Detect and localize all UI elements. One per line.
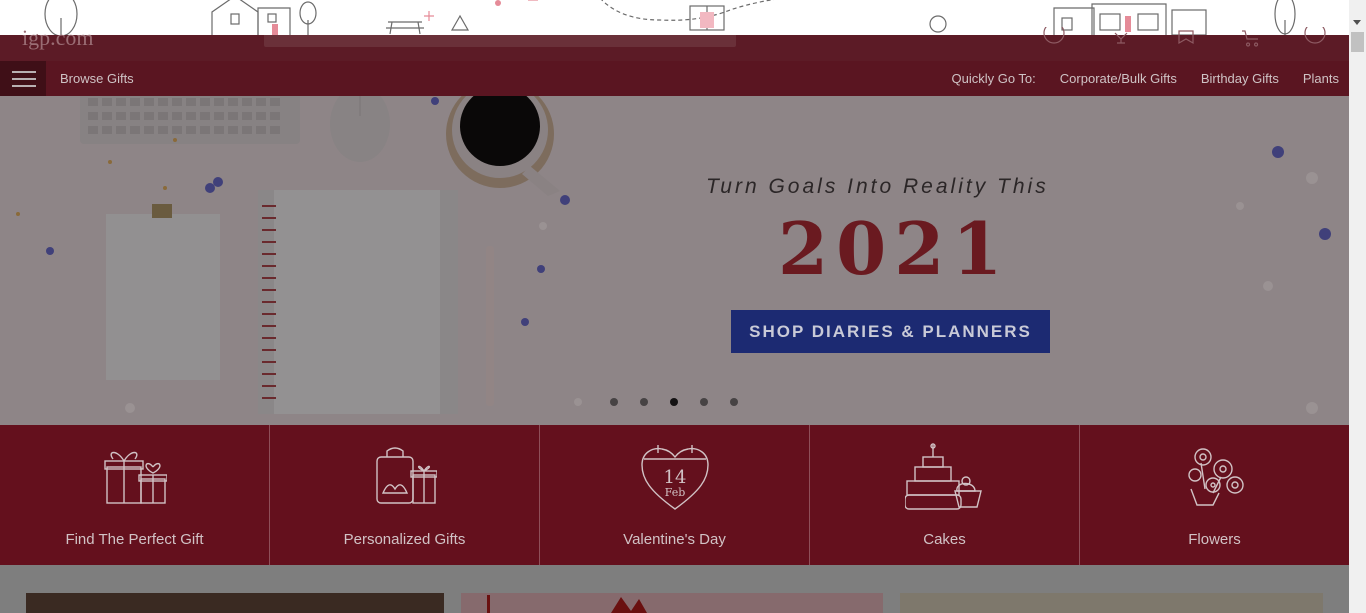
promo-card-1[interactable] [26,593,444,613]
hero-illustration [0,96,1349,425]
carousel-dot-2[interactable] [640,398,648,406]
search-input[interactable] [264,35,736,47]
category-find-perfect-gift[interactable]: Find The Perfect Gift [0,425,270,565]
category-cakes[interactable]: Cakes [810,425,1080,565]
category-label: Flowers [1188,531,1241,548]
hero-year: 2021 [778,206,1011,291]
location-icon[interactable] [1043,27,1065,49]
header-illustration [0,0,1349,35]
page: igp.com Browse Gifts Quickly Go To: Corp… [0,0,1366,613]
browse-gifts-link[interactable]: Browse Gifts [60,71,134,86]
category-label: Cakes [923,531,966,548]
promo-card-2-image [487,595,647,613]
category-strip: Find The Perfect Gift Personalized Gifts [0,425,1349,565]
menu-icon[interactable] [0,61,46,96]
page-scrollbar[interactable] [1349,0,1366,613]
scroll-down-arrow-icon[interactable] [1353,20,1361,25]
category-nav: Browse Gifts Quickly Go To: Corporate/Bu… [0,61,1349,96]
category-label: Find The Perfect Gift [65,531,204,548]
category-flowers[interactable]: Flowers [1080,425,1349,565]
site-header: igp.com [0,25,1349,61]
gift-finder-icon[interactable] [1110,27,1132,49]
calendar-month: Feb [664,486,685,499]
calendar-heart-icon: 14 Feb [640,445,709,510]
wishlist-icon[interactable] [1175,27,1197,49]
personalized-bag-icon [375,447,437,504]
flower-bouquet-icon [1187,448,1244,506]
carousel-dot-5[interactable] [730,398,738,406]
account-icon[interactable] [1304,27,1326,49]
shop-diaries-button[interactable]: SHOP DIARIES & PLANNERS [731,310,1050,353]
quick-link-plants[interactable]: Plants [1303,71,1339,86]
carousel-dot-1[interactable] [610,398,618,406]
calendar-day: 14 [663,467,686,488]
below-fold-section [0,565,1349,613]
quick-link-corporate[interactable]: Corporate/Bulk Gifts [1060,71,1177,86]
category-label: Personalized Gifts [343,531,466,548]
carousel-dots [610,398,738,406]
promo-card-2[interactable] [461,593,883,613]
category-valentines-day[interactable]: 14 Feb Valentine's Day [540,425,810,565]
site-logo[interactable]: igp.com [22,25,94,51]
promo-card-3[interactable] [900,593,1323,613]
category-label: Valentine's Day [623,531,726,548]
carousel-dot-3[interactable] [670,398,678,406]
hero-banner[interactable]: Turn Goals Into Reality This 2021 SHOP D… [0,96,1349,425]
gift-boxes-icon [103,451,167,504]
quick-go-label: Quickly Go To: [951,71,1036,86]
category-personalized-gifts[interactable]: Personalized Gifts [270,425,540,565]
carousel-dot-4[interactable] [700,398,708,406]
quick-link-birthday[interactable]: Birthday Gifts [1201,71,1279,86]
cart-icon[interactable] [1240,27,1262,49]
cake-icon [904,443,982,510]
scroll-thumb[interactable] [1351,32,1364,52]
quick-links: Quickly Go To: Corporate/Bulk Gifts Birt… [951,71,1339,86]
hero-tagline: Turn Goals Into Reality This [706,175,1049,198]
